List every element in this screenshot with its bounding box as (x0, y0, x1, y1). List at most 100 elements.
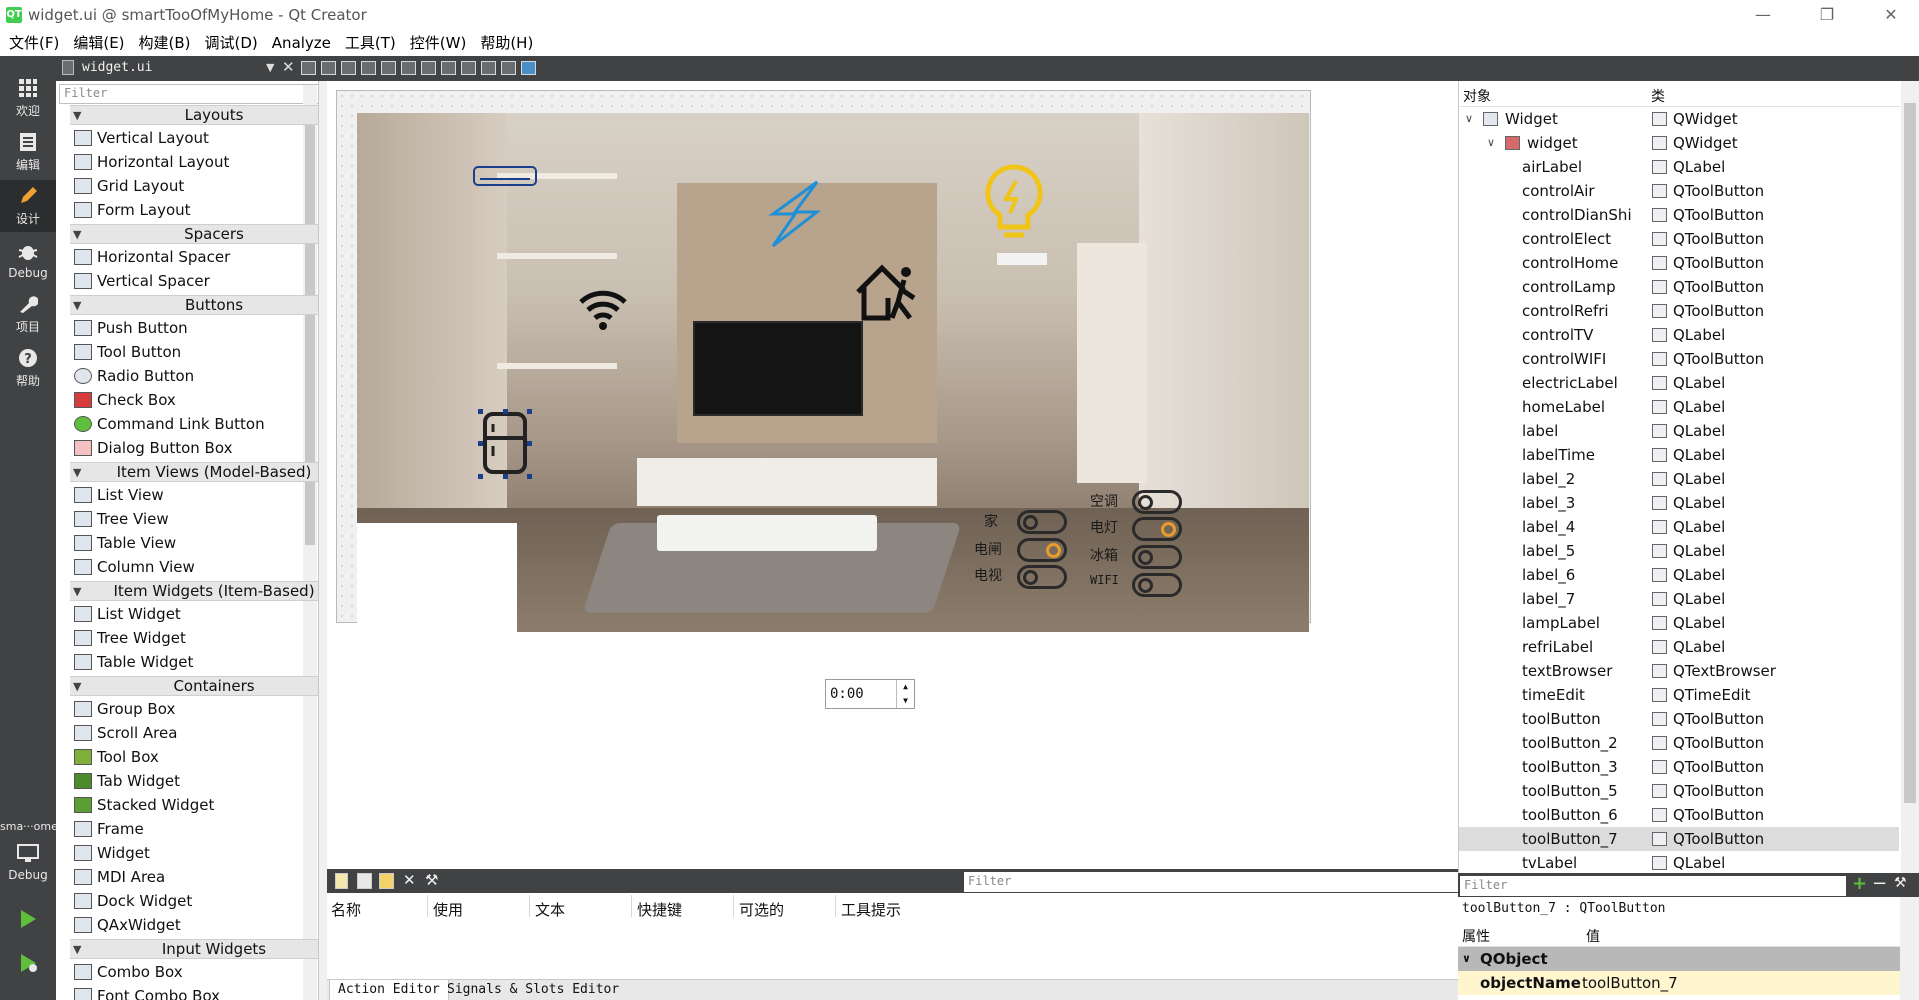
widget-item[interactable]: Command Link Button (74, 412, 265, 436)
control-refri-toggle[interactable] (1132, 545, 1182, 569)
widget-item[interactable]: Horizontal Spacer (74, 245, 230, 269)
object-row[interactable]: toolButton_3 QToolButton (1459, 755, 1899, 779)
debug-run-button[interactable] (0, 942, 56, 986)
flash-icon[interactable] (765, 178, 825, 250)
property-scrollbar[interactable] (1900, 897, 1919, 1000)
category-spacers[interactable]: ▼ Spacers (70, 224, 318, 244)
category-item-widgets[interactable]: ▼ Item Widgets (Item-Based) (70, 581, 318, 601)
text-browser[interactable] (357, 523, 517, 632)
mode-welcome[interactable]: 欢迎 (0, 72, 56, 124)
widget-item[interactable]: Table View (74, 531, 176, 555)
control-home-toggle[interactable] (1017, 510, 1067, 534)
control-elect-toggle[interactable] (1017, 538, 1067, 562)
lamp-icon[interactable] (982, 163, 1046, 243)
widget-item[interactable]: Tool Box (74, 745, 159, 769)
scrollbar-thumb[interactable] (1904, 103, 1916, 803)
layout-splitter-h-icon[interactable] (421, 61, 436, 75)
close-button[interactable]: ✕ (1863, 0, 1919, 29)
restore-button[interactable]: ❐ (1799, 0, 1855, 29)
remove-property-icon[interactable]: − (1872, 873, 1887, 894)
layout-horizontal-icon[interactable] (381, 61, 396, 75)
object-row[interactable]: toolButton QToolButton (1459, 707, 1899, 731)
widget-item[interactable]: Widget (74, 841, 150, 865)
time-edit[interactable]: 0:00 ▲ ▼ (825, 679, 915, 709)
category-containers[interactable]: ▼ Containers (70, 676, 318, 696)
widget-item[interactable]: List View (74, 483, 164, 507)
widget-item[interactable]: Font Combo Box (74, 984, 220, 1000)
column-text[interactable]: 文本 (535, 899, 565, 920)
object-row[interactable]: toolButton_5 QToolButton (1459, 779, 1899, 803)
paste-action-icon[interactable] (379, 873, 394, 889)
column-name[interactable]: 名称 (331, 899, 361, 920)
widget-item[interactable]: Tree View (74, 507, 169, 531)
menu-build[interactable]: 构建(B) (133, 32, 199, 53)
column-tooltip[interactable]: 工具提示 (841, 899, 901, 920)
widget-item[interactable]: Tab Widget (74, 769, 180, 793)
widget-item[interactable]: Frame (74, 817, 144, 841)
configure-icon[interactable]: ⚒ (1894, 875, 1907, 891)
category-item-views[interactable]: ▼ Item Views (Model-Based) (70, 462, 318, 482)
control-lamp-toggle[interactable] (1132, 517, 1182, 541)
widget-box-scrollbar[interactable] (303, 85, 317, 1000)
object-row[interactable]: toolButton_2 QToolButton (1459, 731, 1899, 755)
property-group-qobject[interactable]: ∨ QObject (1458, 947, 1900, 971)
action-filter-input[interactable]: Filter (964, 872, 1458, 892)
object-row[interactable]: timeEdit QTimeEdit (1459, 683, 1899, 707)
object-row[interactable]: electricLabel QLabel (1459, 371, 1899, 395)
menu-analyze[interactable]: Analyze (266, 34, 339, 52)
adjust-size-icon[interactable] (521, 61, 536, 75)
home-icon[interactable] (852, 258, 924, 330)
object-row[interactable]: airLabel QLabel (1459, 155, 1899, 179)
wifi-icon[interactable] (577, 288, 629, 332)
property-filter-input[interactable]: Filter (1460, 876, 1846, 896)
new-action-icon[interactable] (335, 873, 348, 889)
widget-item[interactable]: Vertical Layout (74, 126, 209, 150)
chevron-down-icon[interactable]: ▼ (266, 61, 274, 74)
widget-item[interactable]: List Widget (74, 602, 181, 626)
object-row[interactable]: controlAir QToolButton (1459, 179, 1899, 203)
copy-action-icon[interactable] (357, 873, 372, 889)
open-file-name[interactable]: widget.ui (82, 60, 152, 75)
column-property[interactable]: 属性 (1462, 926, 1490, 946)
menu-widgets[interactable]: 控件(W) (404, 32, 475, 53)
widget-item[interactable]: Tool Button (74, 340, 181, 364)
property-value-input[interactable]: toolButton_7 (1582, 971, 1678, 995)
object-row[interactable]: labelTime QLabel (1459, 443, 1899, 467)
menu-tools[interactable]: 工具(T) (339, 32, 404, 53)
edit-buddies-icon[interactable] (341, 61, 356, 75)
object-row[interactable]: label_2 QLabel (1459, 467, 1899, 491)
object-row[interactable]: controlElect QToolButton (1459, 227, 1899, 251)
break-layout-icon[interactable] (501, 61, 516, 75)
widget-item[interactable]: Tree Widget (74, 626, 186, 650)
object-row[interactable]: label QLabel (1459, 419, 1899, 443)
layout-splitter-v-icon[interactable] (441, 61, 456, 75)
widget-item[interactable]: Check Box (74, 388, 176, 412)
object-row[interactable]: label_4 QLabel (1459, 515, 1899, 539)
form-editor-canvas[interactable]: 家 电闸 电视 空调 电灯 冰箱 WIFI 0:00 ▲ ▼ (327, 81, 1458, 870)
air-conditioner-icon[interactable] (472, 165, 538, 189)
kit-selector[interactable]: Debug (0, 836, 56, 888)
minimize-button[interactable]: — (1735, 0, 1791, 29)
tab-signals-slots-editor[interactable]: Signals & Slots Editor (439, 980, 627, 1000)
widget-item[interactable]: Combo Box (74, 960, 183, 984)
object-row[interactable]: tvLabel QLabel (1459, 851, 1899, 873)
object-inspector-scrollbar[interactable] (1901, 81, 1919, 873)
object-row[interactable]: controlTV QLabel (1459, 323, 1899, 347)
widget-item[interactable]: Scroll Area (74, 721, 177, 745)
add-property-icon[interactable]: + (1852, 873, 1867, 894)
mode-debug[interactable]: Debug (0, 234, 56, 286)
widget-item[interactable]: Column View (74, 555, 195, 579)
fridge-icon[interactable] (477, 408, 533, 480)
object-row[interactable]: controlDianShi QToolButton (1459, 203, 1899, 227)
control-air-toggle[interactable] (1132, 490, 1182, 514)
widget-item[interactable]: Form Layout (74, 198, 191, 222)
column-class[interactable]: 类 (1651, 86, 1665, 106)
object-row[interactable]: label_5 QLabel (1459, 539, 1899, 563)
widget-item[interactable]: Dock Widget (74, 889, 192, 913)
widget-item[interactable]: Grid Layout (74, 174, 184, 198)
menu-file[interactable]: 文件(F) (3, 32, 67, 53)
category-buttons[interactable]: ▼ Buttons (70, 295, 318, 315)
object-row[interactable]: homeLabel QLabel (1459, 395, 1899, 419)
object-row[interactable]: textBrowser QTextBrowser (1459, 659, 1899, 683)
object-row[interactable]: controlLamp QToolButton (1459, 275, 1899, 299)
